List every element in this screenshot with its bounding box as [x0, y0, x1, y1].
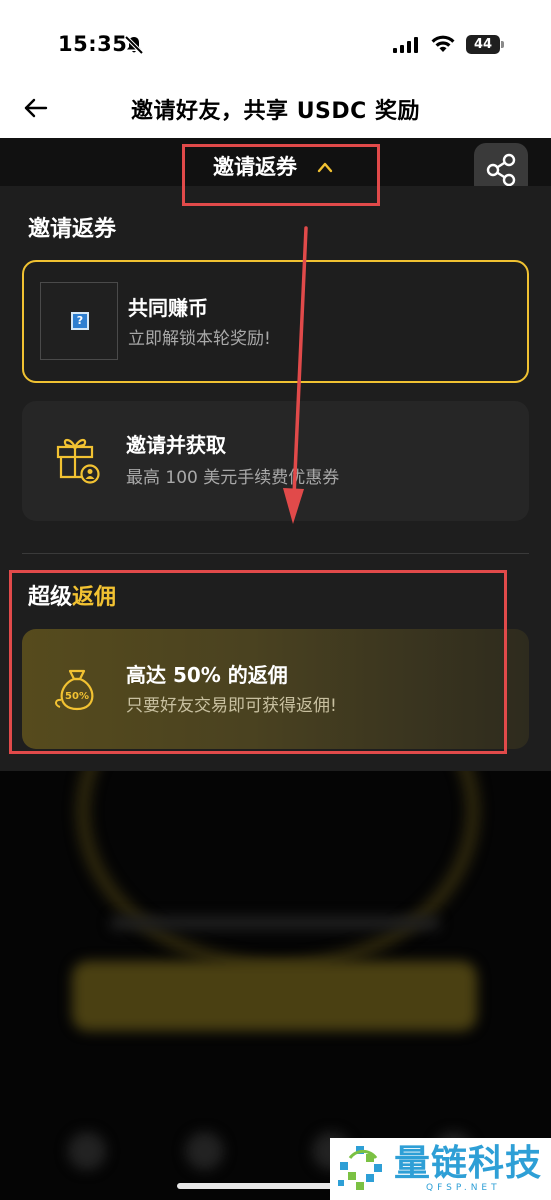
missing-image-icon: ? — [40, 282, 118, 360]
annotation-box-rebate — [9, 570, 507, 754]
battery-level: 44 — [473, 37, 493, 52]
blurred-button — [72, 961, 477, 1031]
nav-bar: 邀请好友，共享 USDC 奖励 — [0, 78, 551, 138]
watermark-logo-icon — [338, 1146, 382, 1190]
battery-nub — [501, 41, 504, 48]
section-title-coupon: 邀请返券 — [28, 217, 117, 242]
gift-user-icon — [56, 438, 100, 484]
card-subtitle: 立即解锁本轮奖励! — [128, 329, 271, 349]
annotation-arrow — [283, 226, 308, 524]
card-title: 邀请并获取 — [126, 433, 226, 457]
watermark-subtext: QFSP.NET — [426, 1183, 501, 1193]
blurred-background — [0, 771, 551, 1200]
blurred-text-line — [110, 916, 440, 930]
bell-off-icon — [124, 35, 144, 55]
watermark: 量链科技 QFSP.NET — [330, 1138, 551, 1200]
divider — [22, 553, 529, 554]
battery-icon: 44 — [466, 35, 500, 54]
status-time: 15:35 — [58, 32, 128, 56]
watermark-text: 量链科技 — [394, 1142, 543, 1184]
annotation-box-dropdown — [182, 144, 380, 206]
page-title: 邀请好友，共享 USDC 奖励 — [131, 99, 420, 124]
card-title: 共同赚币 — [128, 296, 208, 320]
blurred-ring — [78, 771, 478, 971]
signal-icon — [393, 37, 418, 53]
status-bar: 15:35 44 — [0, 0, 551, 78]
wifi-icon — [431, 35, 455, 52]
